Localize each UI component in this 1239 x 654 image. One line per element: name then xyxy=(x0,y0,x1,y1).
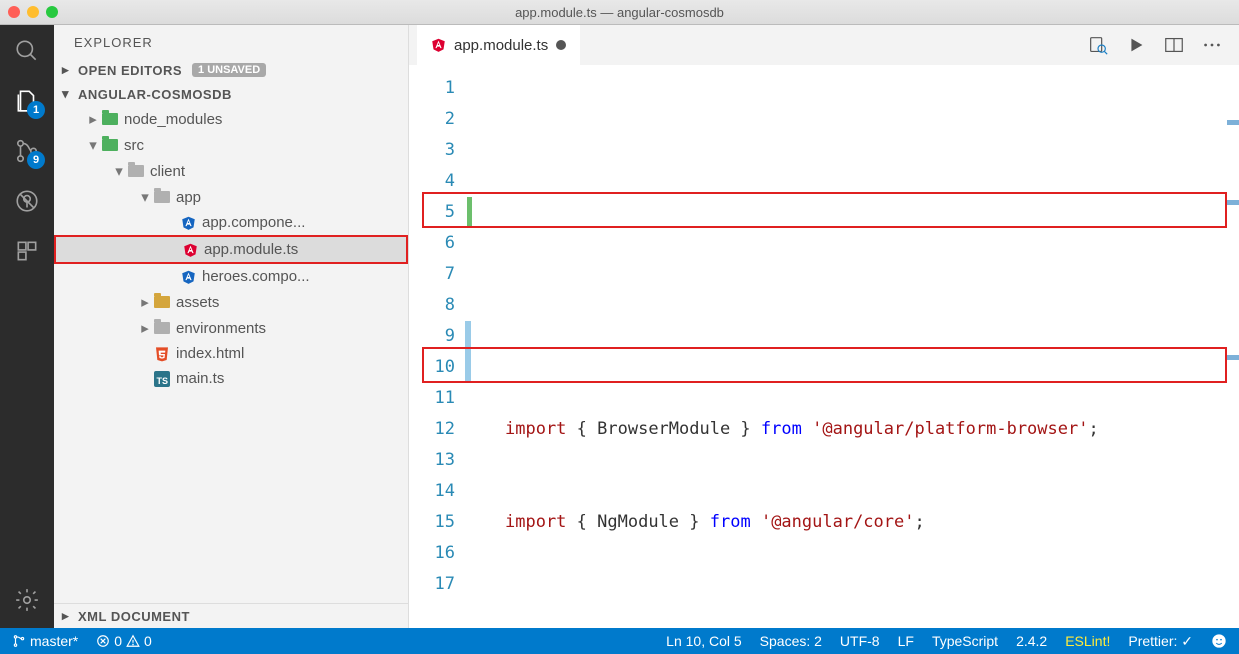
status-cursor-position[interactable]: Ln 10, Col 5 xyxy=(666,633,742,649)
angular-icon xyxy=(181,269,196,285)
tree-folder-app[interactable]: ▾ app xyxy=(54,184,408,210)
git-branch-icon xyxy=(12,634,26,648)
typescript-icon: TS xyxy=(154,371,170,387)
open-editors-label: OPEN EDITORS xyxy=(78,63,182,78)
tab-label: app.module.ts xyxy=(454,37,548,54)
editor-actions xyxy=(1087,34,1239,56)
status-ts-version[interactable]: 2.4.2 xyxy=(1016,633,1047,649)
tree-folder-src[interactable]: ▾ src xyxy=(54,132,408,158)
chevron-right-icon: ▸ xyxy=(86,110,100,128)
tree-label: main.ts xyxy=(176,370,224,387)
minimap[interactable] xyxy=(1225,65,1239,628)
window-controls xyxy=(8,6,58,18)
code-content[interactable]: import { BrowserModule } from '@angular/… xyxy=(469,65,1239,628)
status-branch[interactable]: master* xyxy=(12,633,78,649)
open-editors-section[interactable]: ▸ OPEN EDITORS 1 UNSAVED xyxy=(54,58,408,82)
tree-label: app.compone... xyxy=(202,214,305,231)
folder-icon xyxy=(154,322,170,334)
status-language[interactable]: TypeScript xyxy=(932,633,998,649)
folder-icon xyxy=(102,139,118,151)
tree-file-main-ts[interactable]: TS main.ts xyxy=(54,366,408,391)
tree-file-app-component[interactable]: app.compone... xyxy=(54,210,408,235)
tree-label: app xyxy=(176,189,201,206)
folder-icon xyxy=(128,165,144,177)
close-window-icon[interactable] xyxy=(8,6,20,18)
tree-label: node_modules xyxy=(124,111,222,128)
status-eol[interactable]: LF xyxy=(898,633,914,649)
tree-label: environments xyxy=(176,320,266,337)
extensions-icon[interactable] xyxy=(13,237,41,265)
status-bar: master* 0 0 Ln 10, Col 5 Spaces: 2 UTF-8… xyxy=(0,628,1239,654)
file-tree: ▸ node_modules ▾ src ▾ client ▾ app xyxy=(54,106,408,603)
status-encoding[interactable]: UTF-8 xyxy=(840,633,880,649)
tree-label: heroes.compo... xyxy=(202,268,310,285)
activity-bar: 1 9 xyxy=(0,25,54,628)
unsaved-badge: 1 UNSAVED xyxy=(192,63,266,77)
folder-icon xyxy=(154,296,170,308)
editor-tab-app-module[interactable]: app.module.ts xyxy=(417,25,580,65)
xml-document-label: XML DOCUMENT xyxy=(78,609,190,624)
source-control-icon[interactable]: 9 xyxy=(13,137,41,165)
titlebar: app.module.ts — angular-cosmosdb xyxy=(0,0,1239,25)
folder-icon xyxy=(102,113,118,125)
debug-icon[interactable] xyxy=(13,187,41,215)
minimize-window-icon[interactable] xyxy=(27,6,39,18)
explorer-badge: 1 xyxy=(27,101,45,119)
run-icon[interactable] xyxy=(1125,34,1147,56)
chevron-right-icon: ▸ xyxy=(62,62,74,78)
chevron-down-icon: ▾ xyxy=(86,136,100,154)
error-icon xyxy=(96,634,110,648)
chevron-right-icon: ▸ xyxy=(138,293,152,311)
editor-tabs: app.module.ts xyxy=(409,25,1239,65)
tree-folder-environments[interactable]: ▸ environments xyxy=(54,315,408,341)
html5-icon xyxy=(152,346,172,362)
xml-document-section[interactable]: ▸ XML DOCUMENT xyxy=(54,603,408,628)
tree-label: index.html xyxy=(176,345,244,362)
split-editor-icon[interactable] xyxy=(1163,34,1185,56)
chevron-right-icon: ▸ xyxy=(138,319,152,337)
angular-icon xyxy=(181,215,196,231)
tree-label: client xyxy=(150,163,185,180)
tree-file-heroes-component[interactable]: heroes.compo... xyxy=(54,264,408,289)
settings-gear-icon[interactable] xyxy=(13,586,41,614)
status-prettier[interactable]: Prettier: ✓ xyxy=(1128,633,1193,650)
smiley-icon xyxy=(1211,633,1227,649)
line-gutter: 123 456 789 101112 131415 1617 xyxy=(409,65,469,628)
code-editor[interactable]: 123 456 789 101112 131415 1617 import { … xyxy=(409,65,1239,628)
chevron-right-icon: ▸ xyxy=(62,608,74,624)
maximize-window-icon[interactable] xyxy=(46,6,58,18)
chevron-down-icon: ▾ xyxy=(112,162,126,180)
scm-badge: 9 xyxy=(27,151,45,169)
search-icon[interactable] xyxy=(13,37,41,65)
status-problems[interactable]: 0 0 xyxy=(96,633,152,649)
find-in-file-icon[interactable] xyxy=(1087,34,1109,56)
tree-folder-assets[interactable]: ▸ assets xyxy=(54,289,408,315)
status-indentation[interactable]: Spaces: 2 xyxy=(760,633,822,649)
tree-label: app.module.ts xyxy=(204,241,298,258)
project-section[interactable]: ▾ ANGULAR-COSMOSDB xyxy=(54,82,408,106)
tree-label: src xyxy=(124,137,144,154)
tree-folder-client[interactable]: ▾ client xyxy=(54,158,408,184)
editor-area: app.module.ts 123 456 789 101112 131415 … xyxy=(409,25,1239,628)
tree-file-index-html[interactable]: index.html xyxy=(54,341,408,366)
tree-folder-node-modules[interactable]: ▸ node_modules xyxy=(54,106,408,132)
angular-icon xyxy=(431,37,446,53)
chevron-down-icon: ▾ xyxy=(62,86,74,102)
explorer-icon[interactable]: 1 xyxy=(13,87,41,115)
warning-icon xyxy=(126,634,140,648)
tree-label: assets xyxy=(176,294,219,311)
more-icon[interactable] xyxy=(1201,34,1223,56)
angular-icon xyxy=(183,242,198,258)
window-title: app.module.ts — angular-cosmosdb xyxy=(515,5,724,20)
project-name: ANGULAR-COSMOSDB xyxy=(78,87,232,102)
sidebar-title: EXPLORER xyxy=(54,25,408,58)
unsaved-dot-icon xyxy=(556,40,566,50)
chevron-down-icon: ▾ xyxy=(138,188,152,206)
sidebar-explorer: EXPLORER ▸ OPEN EDITORS 1 UNSAVED ▾ ANGU… xyxy=(54,25,409,628)
status-eslint[interactable]: ESLint! xyxy=(1065,633,1110,649)
folder-icon xyxy=(154,191,170,203)
status-feedback-icon[interactable] xyxy=(1211,633,1227,649)
tree-file-app-module[interactable]: app.module.ts xyxy=(54,235,408,264)
